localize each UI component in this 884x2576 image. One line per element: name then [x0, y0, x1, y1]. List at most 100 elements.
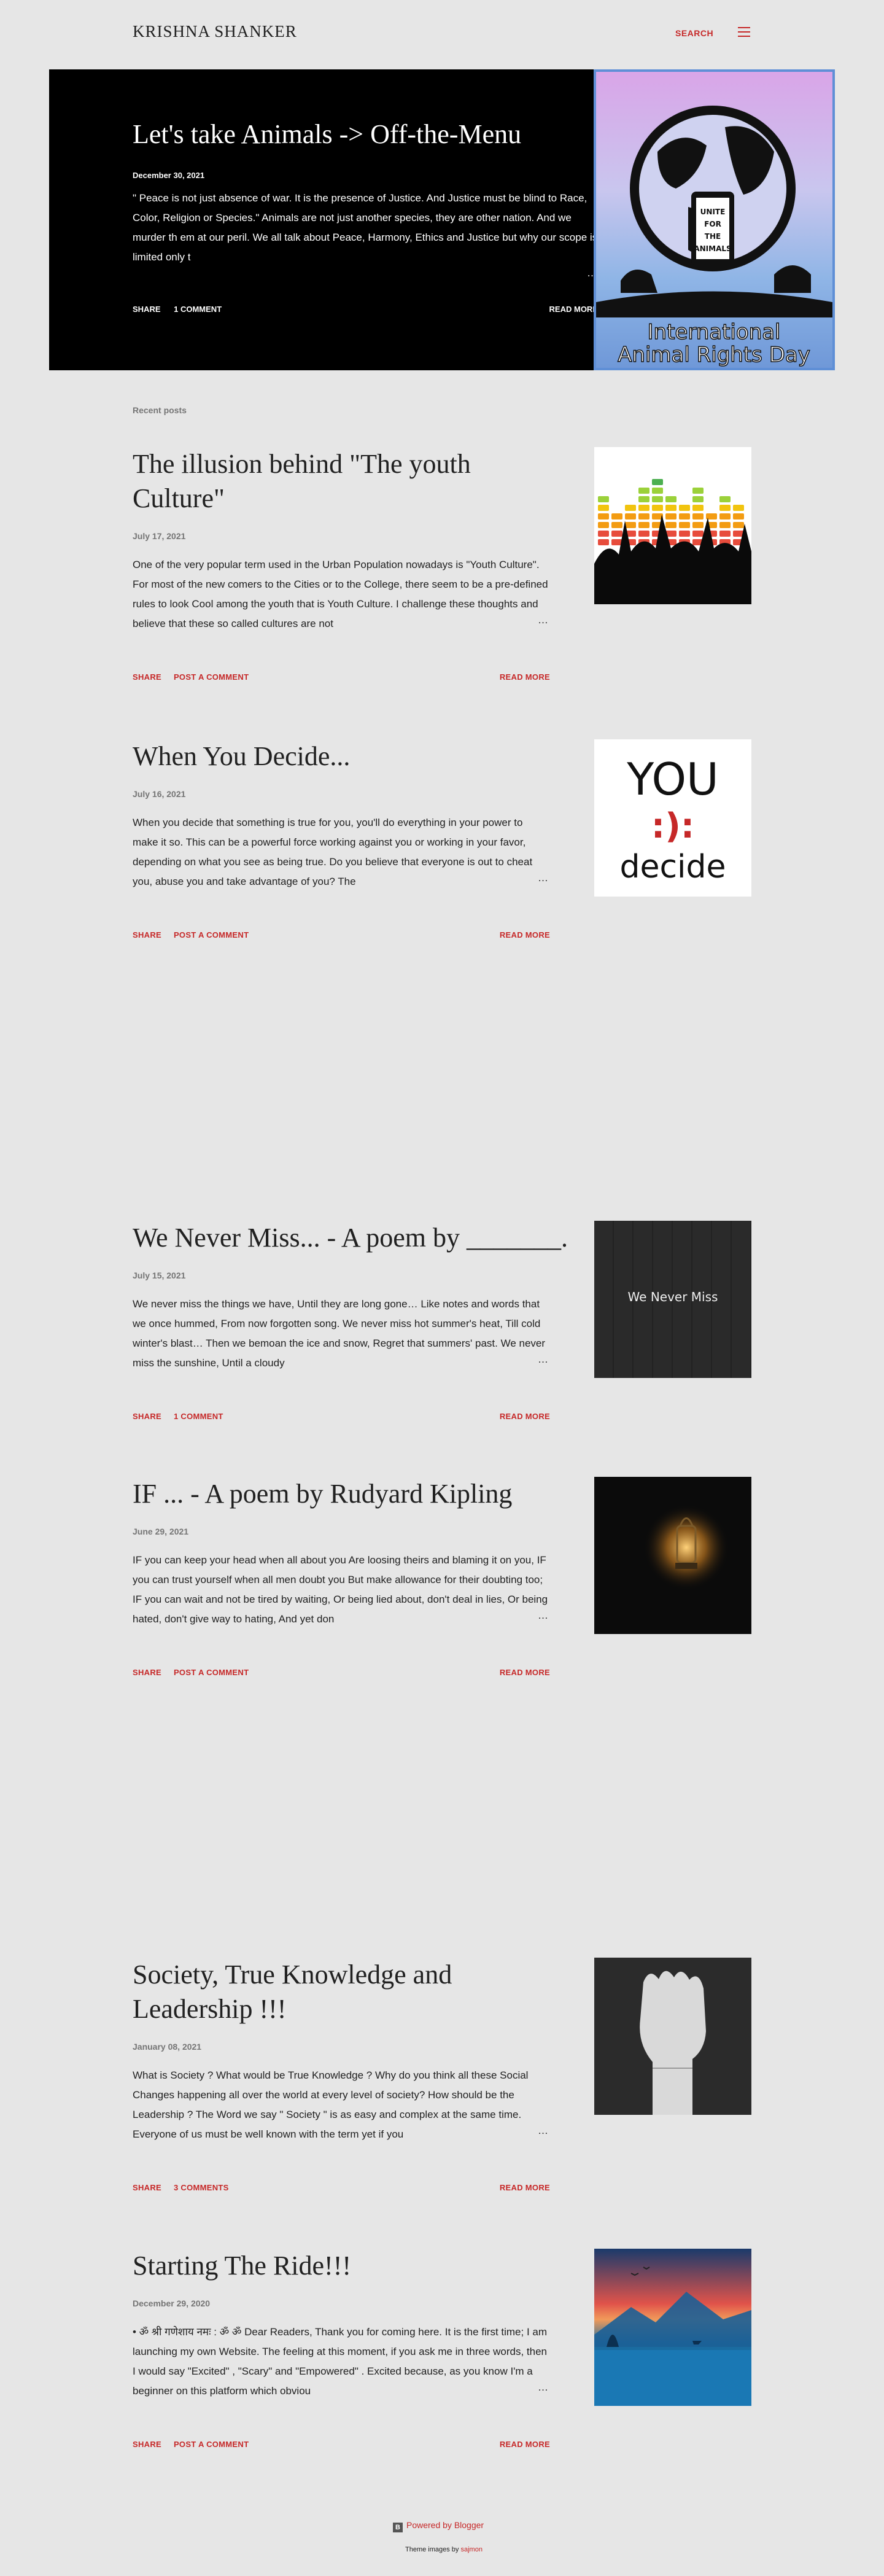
read-more-link[interactable]: READ MORE [549, 305, 598, 314]
post-snippet: One of the very popular term used in the… [133, 559, 548, 629]
you-decide-image: YOU :): decide [619, 753, 726, 885]
equalizer-bar [598, 539, 609, 545]
equalizer-bar [719, 531, 731, 537]
featured-snippet: " Peace is not just absence of war. It i… [133, 192, 598, 263]
powered-by-blogger-link[interactable]: B Powered by Blogger [393, 2520, 484, 2532]
search-button[interactable]: SEARCH [675, 28, 713, 38]
read-more-link[interactable]: READ MORE [500, 1668, 550, 1677]
equalizer-bar [692, 531, 704, 537]
comments-link[interactable]: 1 COMMENT [174, 305, 222, 314]
post-snippet: What is Society ? What would be True Kno… [133, 2069, 529, 2140]
post-actions: SHARE POST A COMMENT READ MORE [133, 930, 550, 940]
read-more-link[interactable]: READ MORE [500, 930, 550, 940]
post-date: July 17, 2021 [133, 531, 186, 541]
powered-by-label: Powered by Blogger [406, 2520, 484, 2530]
sign-line-3: THE [705, 232, 721, 241]
equalizer-bar [692, 513, 704, 519]
post-title[interactable]: When You Decide... [133, 739, 550, 774]
equalizer-bar [598, 522, 609, 528]
post-actions: SHARE 1 COMMENT READ MORE [133, 1412, 550, 1421]
share-button[interactable]: SHARE [133, 2440, 161, 2449]
post-date: July 16, 2021 [133, 789, 186, 799]
thumb-text: We Never Miss [627, 1290, 718, 1304]
comments-link[interactable]: POST A COMMENT [174, 672, 249, 682]
featured-post: Let's take Animals -> Off-the-Menu Decem… [49, 69, 835, 370]
thumb-text-top: YOU [626, 753, 718, 805]
thumb-text-bottom: decide [619, 849, 726, 885]
blogger-icon: B [393, 2523, 403, 2532]
site-header: KRISHNA SHANKER SEARCH [0, 0, 884, 69]
share-button[interactable]: SHARE [133, 2183, 161, 2192]
site-title[interactable]: KRISHNA SHANKER [133, 22, 297, 41]
post-date: July 15, 2021 [133, 1270, 186, 1280]
read-more-link[interactable]: READ MORE [500, 672, 550, 682]
post-snippet: IF you can keep your head when all about… [133, 1554, 548, 1625]
equalizer-bar [598, 496, 609, 502]
post-thumbnail[interactable] [594, 2249, 751, 2406]
equalizer-bar [625, 513, 636, 519]
post-snippet: When you decide that something is true f… [133, 817, 533, 887]
equalizer-bar [638, 488, 649, 494]
share-button[interactable]: SHARE [133, 1412, 161, 1421]
post-date: December 29, 2020 [133, 2298, 211, 2308]
equalizer-bar [665, 496, 677, 502]
post-thumbnail[interactable]: YOU :): decide [594, 739, 751, 897]
equalizer-bar [598, 505, 609, 511]
comments-link[interactable]: POST A COMMENT [174, 2440, 249, 2449]
equalizer-bar [638, 522, 649, 528]
equalizer-bar [679, 505, 690, 511]
post-title[interactable]: We Never Miss... - A poem by _______. [133, 1221, 575, 1255]
image-caption-line1: International [648, 320, 781, 344]
post-thumbnail[interactable] [594, 447, 751, 604]
equalizer-bar [638, 531, 649, 537]
sunset-landscape-image [594, 2267, 751, 2406]
post-snippet: • ॐ श्री गणेशाय नमः : ॐ ॐ Dear Readers, … [133, 2326, 548, 2397]
equalizer-bar [665, 505, 677, 511]
raised-fist-image [640, 1971, 706, 2115]
recent-posts-heading: Recent posts [133, 405, 187, 415]
equalizer-bar [719, 505, 731, 511]
equalizer-bar [625, 505, 636, 511]
hamburger-icon[interactable] [738, 27, 750, 37]
post-title[interactable]: The illusion behind "The youth Culture" [133, 447, 550, 516]
post-thumbnail[interactable] [594, 1958, 751, 2115]
featured-image[interactable]: UNITE FOR THE ANIMALS International Anim… [594, 69, 835, 370]
equalizer-bar [638, 496, 649, 502]
comments-link[interactable]: POST A COMMENT [174, 930, 249, 940]
equalizer-bar [665, 513, 677, 519]
equalizer-crowd-image [594, 479, 751, 604]
equalizer-bar [733, 513, 744, 519]
post-ellipsis: … [538, 2381, 548, 2393]
sign-line-4: ANIMALS [694, 244, 731, 253]
equalizer-bar [638, 513, 649, 519]
post-title[interactable]: Society, True Knowledge and Leadership !… [133, 1958, 550, 2026]
equalizer-bar [719, 496, 731, 502]
read-more-link[interactable]: READ MORE [500, 2440, 550, 2449]
read-more-link[interactable]: READ MORE [500, 1412, 550, 1421]
comments-link[interactable]: 3 COMMENTS [174, 2183, 229, 2192]
equalizer-bar [692, 496, 704, 502]
featured-title[interactable]: Let's take Animals -> Off-the-Menu [133, 119, 599, 150]
equalizer-bar [625, 522, 636, 528]
share-button[interactable]: SHARE [133, 672, 161, 682]
read-more-link[interactable]: READ MORE [500, 2183, 550, 2192]
post-title[interactable]: Starting The Ride!!! [133, 2249, 550, 2283]
post-date: January 08, 2021 [133, 2042, 202, 2052]
equalizer-bar [733, 505, 744, 511]
post-actions: SHARE POST A COMMENT READ MORE [133, 2440, 550, 2449]
post-thumbnail[interactable]: We Never Miss [594, 1221, 751, 1378]
equalizer-bar [611, 531, 622, 537]
post-thumbnail[interactable] [594, 1477, 751, 1634]
equalizer-bar [598, 531, 609, 537]
equalizer-bar [692, 488, 704, 494]
share-button[interactable]: SHARE [133, 1668, 161, 1677]
share-button[interactable]: SHARE [133, 930, 161, 940]
equalizer-bar [652, 479, 663, 485]
equalizer-bar [679, 531, 690, 537]
theme-author-link[interactable]: sajmon [461, 2546, 483, 2553]
equalizer-bar [692, 522, 704, 528]
comments-link[interactable]: POST A COMMENT [174, 1668, 249, 1677]
post-title[interactable]: IF ... - A poem by Rudyard Kipling [133, 1477, 550, 1511]
share-button[interactable]: SHARE [133, 305, 161, 314]
comments-link[interactable]: 1 COMMENT [174, 1412, 223, 1421]
